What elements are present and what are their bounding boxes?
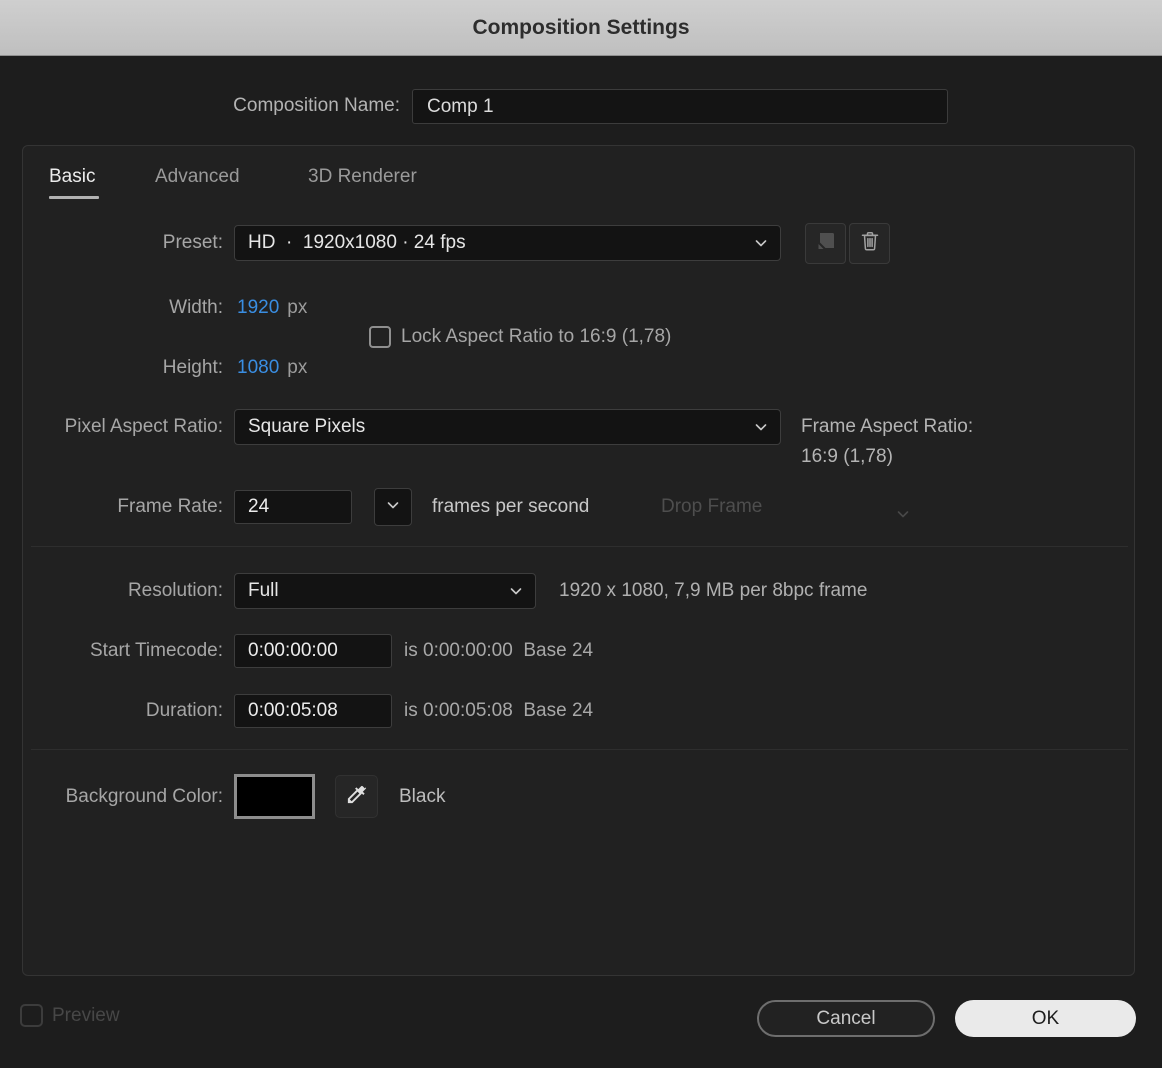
frame-rate-input[interactable] xyxy=(234,490,352,524)
drop-frame-value: Drop Frame xyxy=(661,496,763,517)
pixel-aspect-ratio-value: Square Pixels xyxy=(248,416,366,437)
height-unit: px xyxy=(287,357,308,378)
eyedropper-button[interactable] xyxy=(335,775,378,818)
section-divider xyxy=(31,546,1128,547)
pixel-aspect-ratio-label: Pixel Aspect Ratio: xyxy=(64,416,223,437)
chevron-down-icon xyxy=(385,497,401,518)
dialog-title: Composition Settings xyxy=(472,15,690,39)
height-value-row: 1080 px xyxy=(237,352,307,384)
height-label: Height: xyxy=(162,357,223,378)
drop-frame-dropdown: Drop Frame xyxy=(661,489,911,525)
start-timecode-label: Start Timecode: xyxy=(89,640,223,661)
tab-advanced[interactable]: Advanced xyxy=(155,164,240,190)
composition-name-input[interactable] xyxy=(412,89,948,124)
tab-3d-renderer[interactable]: 3D Renderer xyxy=(308,164,417,190)
frames-per-second-label: frames per second xyxy=(432,496,590,517)
duration-info: is 0:00:05:08 Base 24 xyxy=(404,700,594,721)
active-tab-underline xyxy=(49,196,99,199)
start-timecode-info: is 0:00:00:00 Base 24 xyxy=(404,640,594,661)
background-color-name: Black xyxy=(399,786,446,807)
cancel-button[interactable]: Cancel xyxy=(757,1000,935,1037)
save-preset-icon xyxy=(814,229,838,258)
resolution-label: Resolution: xyxy=(127,580,223,601)
section-divider xyxy=(31,749,1128,750)
dialog-title-bar: Composition Settings xyxy=(0,0,1162,56)
resolution-dropdown[interactable]: Full xyxy=(234,573,536,609)
frame-aspect-ratio-value: 16:9 (1,78) xyxy=(801,446,893,467)
frame-rate-dropdown-button[interactable] xyxy=(374,488,412,526)
preset-label: Preset: xyxy=(162,232,223,253)
resolution-value: Full xyxy=(248,580,279,601)
tab-basic[interactable]: Basic xyxy=(49,164,95,190)
chevron-down-icon xyxy=(753,419,769,435)
width-unit: px xyxy=(287,297,308,318)
width-label: Width: xyxy=(169,297,223,318)
settings-panel: Basic Advanced 3D Renderer Preset: HD · … xyxy=(22,145,1135,976)
width-value-row: 1920 px xyxy=(237,292,307,324)
resolution-info: 1920 x 1080, 7,9 MB per 8bpc frame xyxy=(559,580,868,601)
eyedropper-icon xyxy=(345,783,368,811)
width-value[interactable]: 1920 xyxy=(237,297,279,318)
pixel-aspect-ratio-dropdown[interactable]: Square Pixels xyxy=(234,409,781,445)
background-color-swatch[interactable] xyxy=(234,774,315,819)
composition-name-label: Composition Name: xyxy=(233,95,400,116)
frame-aspect-ratio: Frame Aspect Ratio: 16:9 (1,78) xyxy=(801,412,973,472)
preset-value: HD · 1920x1080 · 24 fps xyxy=(248,232,466,253)
lock-aspect-label: Lock Aspect Ratio to 16:9 (1,78) xyxy=(401,326,672,347)
start-timecode-input[interactable] xyxy=(234,634,392,668)
chevron-down-icon xyxy=(753,235,769,251)
chevron-down-icon xyxy=(895,499,911,535)
height-value[interactable]: 1080 xyxy=(237,357,279,378)
duration-label: Duration: xyxy=(145,700,223,721)
ok-button[interactable]: OK xyxy=(955,1000,1136,1037)
save-preset-button[interactable] xyxy=(805,223,846,264)
preview-checkbox[interactable] xyxy=(20,1004,43,1027)
chevron-down-icon xyxy=(508,583,524,599)
trash-icon xyxy=(858,229,882,258)
frame-rate-label: Frame Rate: xyxy=(117,496,223,517)
composition-settings-dialog: Composition Settings Composition Name: B… xyxy=(0,0,1162,1068)
frame-aspect-ratio-label: Frame Aspect Ratio: xyxy=(801,416,974,437)
delete-preset-button[interactable] xyxy=(849,223,890,264)
preset-dropdown[interactable]: HD · 1920x1080 · 24 fps xyxy=(234,225,781,261)
preview-label: Preview xyxy=(52,1005,120,1026)
duration-input[interactable] xyxy=(234,694,392,728)
lock-aspect-checkbox[interactable] xyxy=(369,326,391,348)
background-color-label: Background Color: xyxy=(65,786,223,807)
